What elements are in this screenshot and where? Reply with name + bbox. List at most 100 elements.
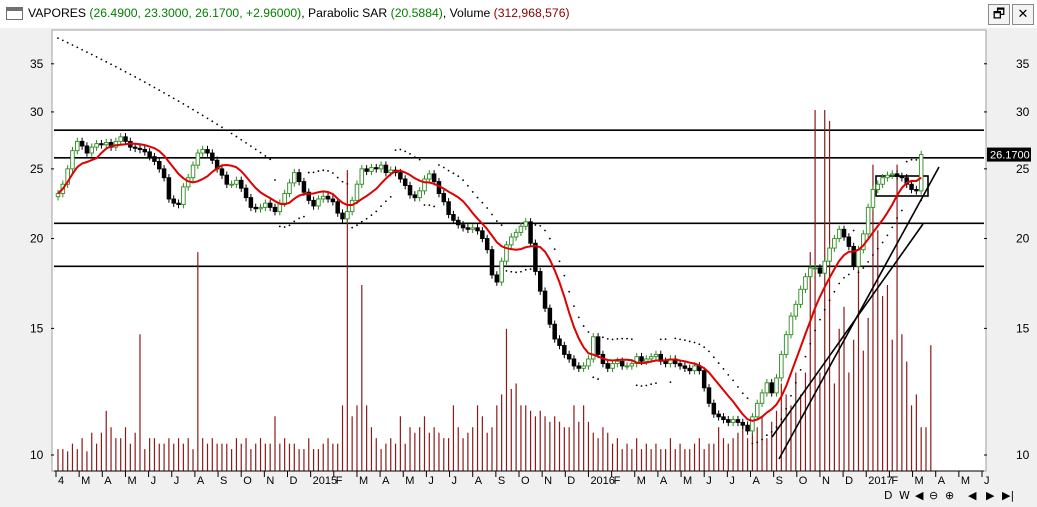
candle-body: [605, 363, 610, 369]
y-tick-label-left: 10: [30, 448, 44, 462]
candle-body: [402, 178, 408, 186]
zoom-out-icon[interactable]: ⊖: [929, 489, 938, 502]
candle-body: [345, 211, 350, 220]
sar-dot: [727, 374, 730, 376]
sar-dot: [828, 299, 831, 302]
sar-dot: [563, 274, 566, 277]
day-view-button[interactable]: D: [884, 489, 892, 502]
sar-dot: [288, 224, 291, 227]
sar-dot: [168, 94, 170, 97]
x-tick-label: J: [151, 475, 157, 487]
sar-dot: [336, 176, 339, 179]
candle-body: [84, 145, 90, 154]
candle-body: [301, 181, 307, 193]
sar-dot: [553, 248, 556, 251]
sar-dot: [630, 338, 633, 341]
title-volume-value: (312,968,576): [493, 6, 570, 20]
chart-window-icon: [6, 7, 23, 20]
close-window-button[interactable]: ✕: [1012, 4, 1034, 25]
sar-dot: [298, 217, 301, 220]
x-tick-label: M: [637, 475, 646, 487]
forward-icon[interactable]: ▶: [986, 489, 994, 502]
sar-dot: [341, 180, 344, 183]
candle-body: [899, 175, 905, 179]
sar-dot: [568, 290, 571, 293]
candle-body: [542, 290, 548, 309]
x-tick-label: N: [266, 475, 274, 487]
x-tick-label: J: [174, 475, 180, 487]
sar-dot: [659, 338, 662, 341]
candle-body: [253, 206, 258, 210]
candle-body: [451, 214, 456, 221]
sar-dot: [240, 138, 243, 141]
candle-body: [518, 225, 524, 233]
sar-dot: [708, 350, 710, 353]
candle-body: [726, 419, 731, 423]
candle-body: [528, 221, 533, 244]
y-tick-label-right: 35: [1016, 57, 1030, 71]
candle-body: [195, 152, 201, 166]
sar-dot: [669, 381, 672, 384]
x-tick-label: O: [521, 475, 530, 487]
candle-body: [812, 267, 818, 270]
candle-body: [123, 136, 128, 142]
candle-body: [779, 353, 784, 379]
candle-body: [865, 206, 871, 235]
candle-body: [788, 315, 794, 336]
sar-dot: [148, 83, 151, 86]
sar-dot: [274, 179, 276, 181]
candle-body: [258, 206, 263, 210]
candle-body: [750, 416, 755, 432]
candle-body: [480, 230, 485, 239]
candle-body: [287, 182, 292, 194]
sar-dot: [529, 268, 532, 271]
sar-dot: [90, 53, 93, 56]
sar-dot: [843, 276, 845, 279]
sar-dot: [765, 434, 768, 437]
sar-dot: [495, 220, 498, 222]
sar-dot: [211, 120, 214, 123]
sar-dot: [592, 376, 595, 379]
zoom-in-icon[interactable]: ⊕: [945, 489, 954, 502]
sar-dot: [57, 37, 59, 40]
candle-body: [407, 185, 413, 196]
candle-body: [836, 228, 842, 239]
end-icon[interactable]: ▶|: [1002, 489, 1014, 502]
sar-dot: [650, 383, 653, 386]
candle-body: [586, 358, 591, 367]
candle-body: [706, 387, 712, 404]
sar-dot: [312, 171, 315, 174]
sar-dot: [775, 426, 778, 429]
scroll-left-icon[interactable]: ◀: [915, 489, 923, 502]
sar-dot: [259, 151, 262, 154]
sar-dot: [187, 105, 190, 108]
window-titlebar: VAPORES (26.4900, 23.3000, 26.1700, +2.9…: [0, 0, 1037, 29]
sar-dot: [688, 340, 691, 343]
y-tick-label-right: 15: [1016, 321, 1030, 335]
sar-dot: [520, 270, 522, 273]
price-chart[interactable]: 101520253035 101520253035 4 M A M J J A S O N D 201…: [0, 28, 1037, 507]
candle-body: [595, 336, 601, 355]
back-icon[interactable]: ◀: [968, 489, 976, 502]
sar-dot: [785, 407, 788, 410]
sar-dot: [876, 247, 879, 250]
sar-dot: [611, 338, 614, 341]
candle-body: [359, 168, 365, 185]
sar-dot: [838, 282, 841, 285]
candle-body: [234, 179, 239, 185]
sar-dot: [722, 368, 725, 370]
sar-dot: [114, 65, 117, 68]
sar-dot: [626, 337, 628, 340]
x-tick-label: A: [104, 475, 112, 487]
candle-body: [311, 199, 316, 207]
candle-body: [282, 193, 287, 204]
sar-dot: [867, 260, 870, 263]
sar-dot: [693, 341, 696, 344]
candle-body: [909, 183, 914, 190]
restore-window-button[interactable]: 🗗: [988, 4, 1010, 25]
x-tick-label: A: [753, 475, 761, 487]
candle-body: [210, 152, 215, 161]
candle-body: [205, 149, 210, 154]
sar-dot: [452, 172, 455, 175]
week-view-button[interactable]: W: [899, 489, 910, 502]
